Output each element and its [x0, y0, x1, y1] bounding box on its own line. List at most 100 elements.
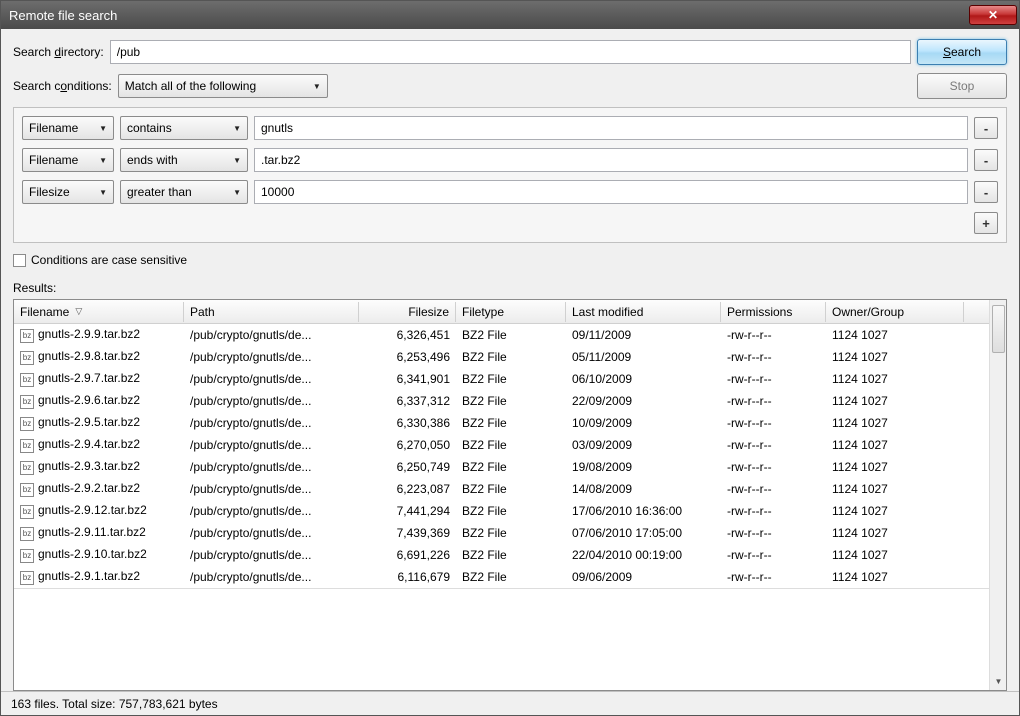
cell-owner: 1124 1027 — [826, 393, 964, 409]
cell-modified: 06/10/2009 — [566, 371, 721, 387]
file-icon: bz — [20, 439, 34, 453]
cell-filename: bzgnutls-2.9.11.tar.bz2 — [14, 524, 184, 542]
cell-filetype: BZ2 File — [456, 327, 566, 343]
case-sensitive-row[interactable]: Conditions are case sensitive — [13, 253, 1007, 267]
condition-value-input[interactable] — [254, 148, 968, 172]
cell-owner: 1124 1027 — [826, 349, 964, 365]
match-mode-dropdown[interactable]: Match all of the following — [118, 74, 328, 98]
cell-path: /pub/crypto/gnutls/de... — [184, 525, 359, 541]
stop-button[interactable]: Stop — [917, 73, 1007, 99]
cell-filetype: BZ2 File — [456, 503, 566, 519]
cell-modified: 09/11/2009 — [566, 327, 721, 343]
cell-filesize: 6,253,496 — [359, 349, 456, 365]
cell-owner: 1124 1027 — [826, 459, 964, 475]
column-permissions[interactable]: Permissions — [721, 302, 826, 322]
cell-permissions: -rw-r--r-- — [721, 437, 826, 453]
table-row[interactable]: bzgnutls-2.9.5.tar.bz2/pub/crypto/gnutls… — [14, 412, 989, 434]
condition-row: Filenameends with - — [22, 148, 998, 172]
remove-condition-button[interactable]: - — [974, 117, 998, 139]
table-row[interactable]: bzgnutls-2.9.3.tar.bz2/pub/crypto/gnutls… — [14, 456, 989, 478]
table-row[interactable]: bzgnutls-2.9.4.tar.bz2/pub/crypto/gnutls… — [14, 434, 989, 456]
search-directory-label: Search directory: — [13, 45, 104, 59]
close-button[interactable]: ✕ — [969, 5, 1017, 25]
cell-filename: bzgnutls-2.9.3.tar.bz2 — [14, 458, 184, 476]
cell-path: /pub/crypto/gnutls/de... — [184, 503, 359, 519]
remove-condition-button[interactable]: - — [974, 149, 998, 171]
cell-owner: 1124 1027 — [826, 437, 964, 453]
condition-operator-dropdown[interactable]: greater than — [120, 180, 248, 204]
cell-modified: 22/04/2010 00:19:00 — [566, 547, 721, 563]
table-row[interactable]: bzgnutls-2.9.8.tar.bz2/pub/crypto/gnutls… — [14, 346, 989, 368]
cell-modified: 19/08/2009 — [566, 459, 721, 475]
results-box: Filename▽ Path Filesize Filetype Last mo… — [13, 299, 1007, 691]
cell-permissions: -rw-r--r-- — [721, 569, 826, 585]
cell-filename: bzgnutls-2.9.5.tar.bz2 — [14, 414, 184, 432]
table-row[interactable]: bzgnutls-2.9.1.tar.bz2/pub/crypto/gnutls… — [14, 566, 989, 588]
results-header: Filename▽ Path Filesize Filetype Last mo… — [14, 300, 989, 324]
cell-filesize: 6,223,087 — [359, 481, 456, 497]
cell-modified: 22/09/2009 — [566, 393, 721, 409]
table-row[interactable]: bzgnutls-2.9.7.tar.bz2/pub/crypto/gnutls… — [14, 368, 989, 390]
column-filesize[interactable]: Filesize — [359, 302, 456, 322]
cell-path: /pub/crypto/gnutls/de... — [184, 437, 359, 453]
cell-filesize: 6,116,679 — [359, 569, 456, 585]
cell-filename: bzgnutls-2.9.4.tar.bz2 — [14, 436, 184, 454]
case-sensitive-label: Conditions are case sensitive — [31, 253, 187, 267]
cell-modified: 07/06/2010 17:05:00 — [566, 525, 721, 541]
cell-permissions: -rw-r--r-- — [721, 415, 826, 431]
table-row[interactable]: bzgnutls-2.9.11.tar.bz2/pub/crypto/gnutl… — [14, 522, 989, 544]
remove-condition-button[interactable]: - — [974, 181, 998, 203]
column-owner[interactable]: Owner/Group — [826, 302, 964, 322]
scrollbar-thumb[interactable] — [992, 305, 1005, 353]
cell-filesize: 6,326,451 — [359, 327, 456, 343]
titlebar[interactable]: Remote file search ✕ — [1, 1, 1019, 29]
file-icon: bz — [20, 373, 34, 387]
cell-permissions: -rw-r--r-- — [721, 393, 826, 409]
cell-path: /pub/crypto/gnutls/de... — [184, 327, 359, 343]
table-row[interactable]: bzgnutls-2.9.10.tar.bz2/pub/crypto/gnutl… — [14, 544, 989, 566]
cell-filesize: 7,439,369 — [359, 525, 456, 541]
search-conditions-label: Search conditions: — [13, 79, 112, 93]
cell-filesize: 6,341,901 — [359, 371, 456, 387]
vertical-scrollbar[interactable]: ▼ — [989, 300, 1006, 690]
cell-owner: 1124 1027 — [826, 327, 964, 343]
cell-filename: bzgnutls-2.9.7.tar.bz2 — [14, 370, 184, 388]
condition-row: Filenamecontains - — [22, 116, 998, 140]
column-modified[interactable]: Last modified — [566, 302, 721, 322]
condition-value-input[interactable] — [254, 116, 968, 140]
table-row[interactable]: bzgnutls-2.9.9.tar.bz2/pub/crypto/gnutls… — [14, 324, 989, 346]
add-condition-button[interactable]: + — [974, 212, 998, 234]
condition-operator-dropdown[interactable]: contains — [120, 116, 248, 140]
condition-field-dropdown[interactable]: Filename — [22, 116, 114, 140]
horizontal-scrollbar[interactable] — [14, 588, 989, 605]
column-filename[interactable]: Filename▽ — [14, 302, 184, 322]
table-row[interactable]: bzgnutls-2.9.12.tar.bz2/pub/crypto/gnutl… — [14, 500, 989, 522]
cell-filename: bzgnutls-2.9.8.tar.bz2 — [14, 348, 184, 366]
table-row[interactable]: bzgnutls-2.9.6.tar.bz2/pub/crypto/gnutls… — [14, 390, 989, 412]
search-button[interactable]: Search — [917, 39, 1007, 65]
condition-value-input[interactable] — [254, 180, 968, 204]
cell-modified: 17/06/2010 16:36:00 — [566, 503, 721, 519]
cell-modified: 05/11/2009 — [566, 349, 721, 365]
column-filetype[interactable]: Filetype — [456, 302, 566, 322]
cell-permissions: -rw-r--r-- — [721, 547, 826, 563]
close-icon: ✕ — [988, 8, 998, 22]
cell-path: /pub/crypto/gnutls/de... — [184, 569, 359, 585]
cell-filesize: 6,270,050 — [359, 437, 456, 453]
cell-permissions: -rw-r--r-- — [721, 525, 826, 541]
file-icon: bz — [20, 483, 34, 497]
scroll-down-icon[interactable]: ▼ — [990, 673, 1007, 690]
table-row[interactable]: bzgnutls-2.9.2.tar.bz2/pub/crypto/gnutls… — [14, 478, 989, 500]
cell-owner: 1124 1027 — [826, 481, 964, 497]
condition-operator-dropdown[interactable]: ends with — [120, 148, 248, 172]
window-title: Remote file search — [9, 8, 117, 23]
cell-filesize: 6,330,386 — [359, 415, 456, 431]
case-sensitive-checkbox[interactable] — [13, 254, 26, 267]
cell-owner: 1124 1027 — [826, 371, 964, 387]
search-directory-input[interactable] — [110, 40, 911, 64]
condition-row: Filesizegreater than - — [22, 180, 998, 204]
condition-field-dropdown[interactable]: Filesize — [22, 180, 114, 204]
cell-filesize: 6,337,312 — [359, 393, 456, 409]
column-path[interactable]: Path — [184, 302, 359, 322]
condition-field-dropdown[interactable]: Filename — [22, 148, 114, 172]
